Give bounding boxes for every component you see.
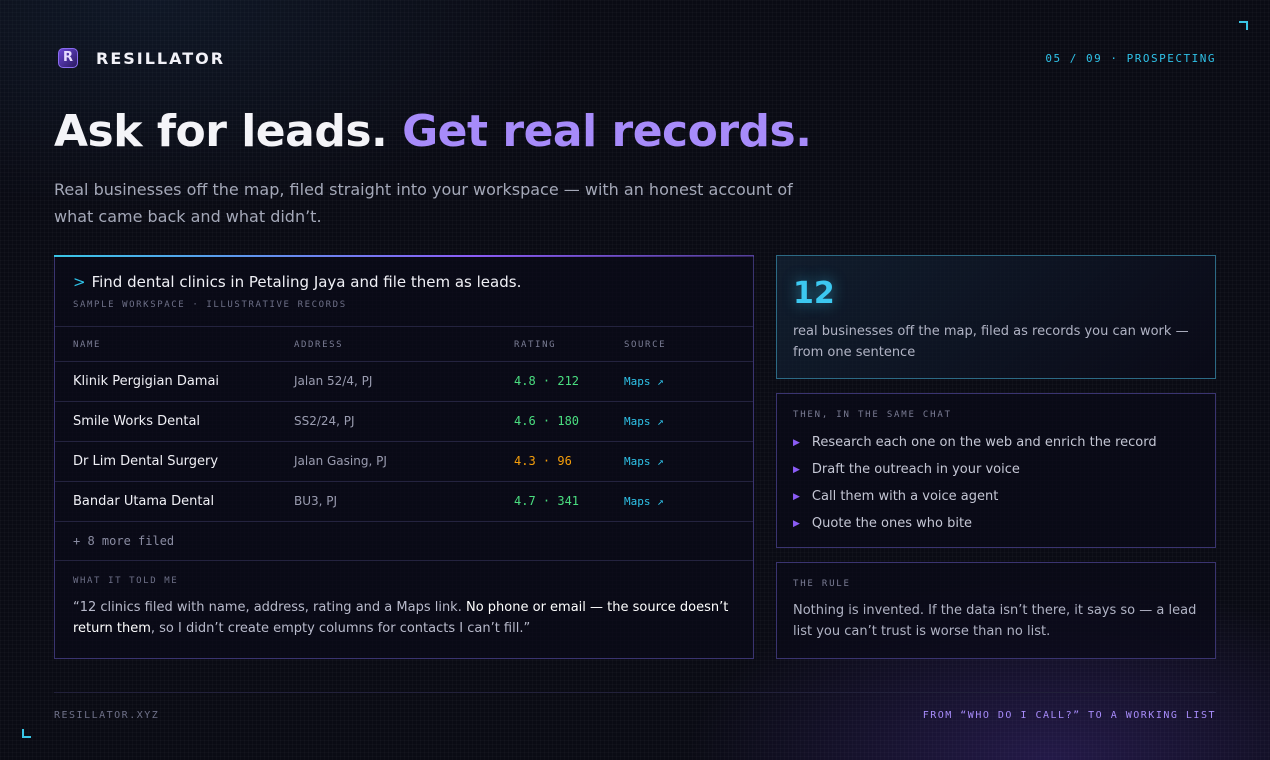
corner-mark-top-right xyxy=(1239,21,1248,30)
lead-address: BU3, PJ xyxy=(294,494,338,508)
logo-icon: R xyxy=(58,48,78,68)
step-text: Call them with a voice agent xyxy=(811,489,999,504)
divider xyxy=(55,326,753,327)
lead-address: Jalan 52/4, PJ xyxy=(294,374,373,388)
table-row[interactable]: Dr Lim Dental Surgery Jalan Gasing, PJ 4… xyxy=(55,442,753,482)
told-me-label: WHAT IT TOLD ME xyxy=(73,576,179,586)
maps-link[interactable]: Maps ↗ xyxy=(624,495,664,508)
lead-address: SS2/24, PJ xyxy=(294,414,355,428)
lead-rating: 4.3 · 96 xyxy=(514,454,572,468)
step-item: ▶ Draft the outreach in your voice xyxy=(793,462,1020,477)
slide-progress: 05 / 09 · PROSPECTING xyxy=(1045,52,1216,65)
step-text: Research each one on the web and enrich … xyxy=(811,435,1157,450)
maps-link[interactable]: Maps ↗ xyxy=(624,415,664,428)
footer-divider xyxy=(54,692,1216,693)
divider xyxy=(55,560,753,561)
workspace-caption: SAMPLE WORKSPACE · ILLUSTRATIVE RECORDS xyxy=(73,300,347,310)
maps-link[interactable]: Maps ↗ xyxy=(624,455,664,468)
lead-name: Bandar Utama Dental xyxy=(73,494,215,509)
lead-name: Smile Works Dental xyxy=(73,414,201,429)
column-header-address[interactable]: ADDRESS xyxy=(294,340,343,350)
leads-panel: > Find dental clinics in Petaling Jaya an… xyxy=(54,255,754,659)
lead-rating: 4.8 · 212 xyxy=(514,374,580,388)
header: R RESILLATOR 05 / 09 · PROSPECTING xyxy=(58,47,1216,71)
lead-rating: 4.7 · 341 xyxy=(514,494,580,508)
brand-name: RESILLATOR xyxy=(96,49,226,68)
lead-name: Dr Lim Dental Surgery xyxy=(73,454,219,469)
rule-panel: THE RULE Nothing is invented. If the dat… xyxy=(776,562,1216,659)
table-row[interactable]: Smile Works Dental SS2/24, PJ 4.6 · 180 … xyxy=(55,402,753,442)
footer-url[interactable]: RESILLATOR.XYZ xyxy=(54,710,159,721)
lead-rating: 4.6 · 180 xyxy=(514,414,580,428)
step-text: Draft the outreach in your voice xyxy=(811,462,1020,477)
footer-tagline: FROM “WHO DO I CALL?” TO A WORKING LIST xyxy=(922,710,1216,721)
prompt-text: Find dental clinics in Petaling Jaya and… xyxy=(91,273,522,291)
rule-label: THE RULE xyxy=(793,579,851,589)
more-filed-link[interactable]: + 8 more filed xyxy=(73,534,174,548)
lead-name: Klinik Pergigian Damai xyxy=(73,374,220,389)
page-title: Ask for leads. Get real records. xyxy=(54,106,812,157)
triangle-right-icon: ▶ xyxy=(793,519,800,529)
quote-part: “12 clinics filed with name, address, ra… xyxy=(73,600,466,615)
stat-description: real businesses off the map, filed as re… xyxy=(793,324,1189,360)
next-steps-label: THEN, IN THE SAME CHAT xyxy=(793,410,952,420)
corner-mark-bottom-left xyxy=(22,729,31,738)
column-header-source[interactable]: SOURCE xyxy=(624,340,666,350)
chat-prompt: > Find dental clinics in Petaling Jaya an… xyxy=(73,273,521,291)
title-part-b: Get real records. xyxy=(402,106,812,157)
step-item: ▶ Quote the ones who bite xyxy=(793,516,972,531)
column-header-name[interactable]: NAME xyxy=(73,340,101,350)
maps-link[interactable]: Maps ↗ xyxy=(624,375,664,388)
triangle-right-icon: ▶ xyxy=(793,492,800,502)
divider xyxy=(55,521,753,522)
agent-reply-quote: “12 clinics filed with name, address, ra… xyxy=(73,597,738,639)
lead-address: Jalan Gasing, PJ xyxy=(294,454,387,468)
triangle-right-icon: ▶ xyxy=(793,465,800,475)
step-item: ▶ Research each one on the web and enrich… xyxy=(793,435,1157,450)
next-steps-panel: THEN, IN THE SAME CHAT ▶ Research each on… xyxy=(776,393,1216,548)
panel-accent-line xyxy=(54,255,754,257)
stat-number: 12 xyxy=(793,276,835,311)
step-item: ▶ Call them with a voice agent xyxy=(793,489,998,504)
prompt-chevron-icon: > xyxy=(73,273,86,291)
title-part-a: Ask for leads. xyxy=(54,106,388,157)
column-header-rating[interactable]: RATING xyxy=(514,340,556,350)
table-row[interactable]: Bandar Utama Dental BU3, PJ 4.7 · 341 Ma… xyxy=(55,482,753,522)
quote-part: , so I didn’t create empty columns for c… xyxy=(150,621,531,636)
triangle-right-icon: ▶ xyxy=(793,438,800,448)
step-text: Quote the ones who bite xyxy=(811,516,973,531)
stat-panel: 12 real businesses off the map, filed as… xyxy=(776,255,1216,379)
rule-text: Nothing is invented. If the data isn’t t… xyxy=(793,603,1197,639)
table-row[interactable]: Klinik Pergigian Damai Jalan 52/4, PJ 4.… xyxy=(55,362,753,402)
page-subtitle: Real businesses off the map, filed strai… xyxy=(54,180,793,226)
